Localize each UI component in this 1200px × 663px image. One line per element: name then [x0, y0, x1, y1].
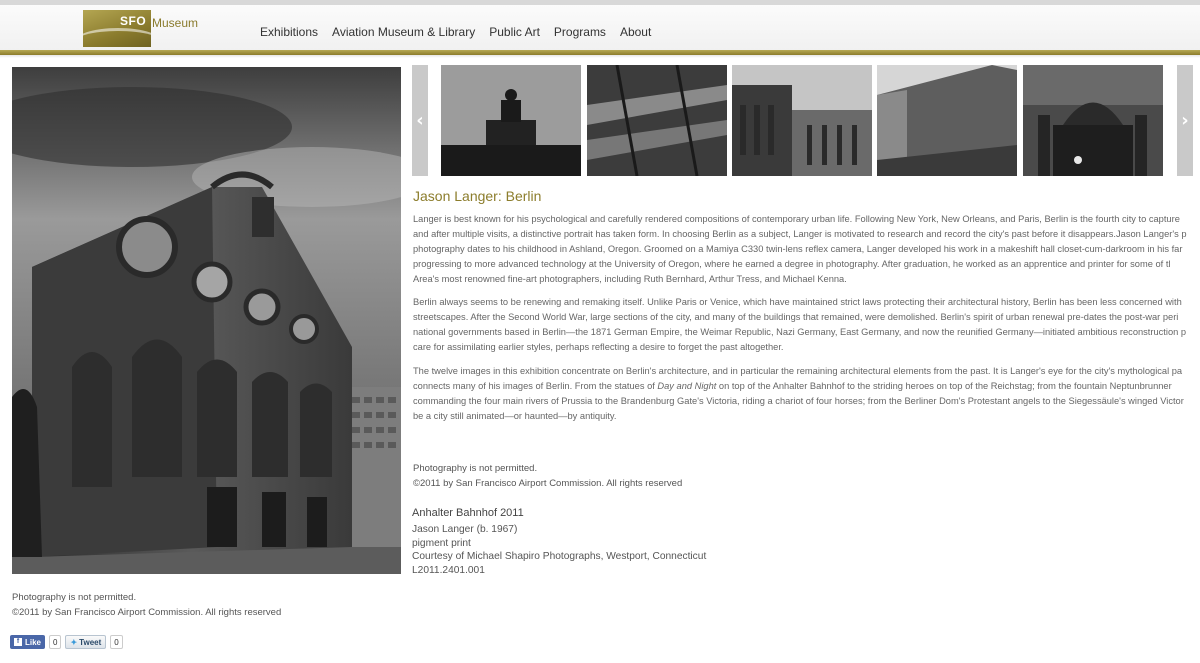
thumbnail-berlin-wall[interactable] [877, 65, 1017, 176]
paragraph-2-line: national governments based in Berlin—the… [413, 327, 1187, 337]
thumbnail-2-image [587, 65, 727, 176]
paragraph-3-line: be a city still animated—or haunted—by a… [413, 411, 617, 421]
logo-swoosh-icon [83, 28, 151, 47]
nav-public-art[interactable]: Public Art [489, 25, 540, 39]
paragraph-1-line: Langer is best known for his psychologic… [413, 214, 1180, 224]
nav-programs[interactable]: Programs [554, 25, 606, 39]
main-nav: Exhibitions Aviation Museum & Library Pu… [253, 25, 658, 39]
paragraph-1-line: Area's most renowned fine-art photograph… [413, 274, 847, 284]
artwork-artist: Jason Langer (b. 1967) [412, 524, 518, 535]
facebook-icon: f [14, 638, 22, 646]
social-buttons: f Like 0 ✦ Tweet 0 [10, 635, 123, 649]
artwork-title: Anhalter Bahnhof 2011 [412, 507, 524, 519]
paragraph-2-line: streetscapes. After the Second World War… [413, 312, 1179, 322]
twitter-bird-icon: ✦ [70, 637, 78, 647]
footer-photo-notice: Photography is not permitted. [12, 592, 137, 603]
paragraph-3-line: connects many of his images of Berlin. F… [413, 379, 1200, 394]
exhibition-title: Jason Langer: Berlin [413, 188, 542, 204]
thumbnail-brandenburg-gate[interactable] [441, 65, 581, 176]
paragraph-2-line: care for assimilating earlier styles, pe… [413, 342, 784, 352]
site-header: SFO Museum Exhibitions Aviation Museum &… [0, 5, 1200, 50]
artwork-caption: Jason Langer (b. 1967) pigment print Cou… [412, 523, 706, 577]
article-paragraph-1: Langer is best known for his psychologic… [413, 212, 1200, 287]
header-gold-bar [0, 50, 1200, 58]
artwork-accession: L2011.2401.001 [412, 564, 485, 576]
logo-sfo-text: SFO [120, 14, 147, 28]
sfo-logo[interactable]: SFO [83, 10, 151, 47]
tweet-button[interactable]: ✦ Tweet [65, 635, 107, 649]
artwork-medium: pigment print [412, 537, 471, 549]
day-and-night-title: Day and Night [657, 381, 717, 391]
footer-copyright: ©2011 by San Francisco Airport Commissio… [12, 607, 282, 618]
paragraph-1-line: progressing to more advanced technology … [413, 259, 1171, 269]
paragraph-2-line: Berlin always seems to be renewing and r… [413, 297, 1182, 307]
like-label: Like [25, 637, 42, 647]
article-paragraph-2: Berlin always seems to be renewing and r… [413, 295, 1200, 355]
thumbnail-berliner-dom[interactable] [1023, 65, 1163, 176]
paragraph-3-line: The twelve images in this exhibition con… [413, 366, 1183, 376]
thumbnail-4-image [877, 65, 1017, 176]
article-paragraph-3: The twelve images in this exhibition con… [413, 364, 1200, 424]
facebook-like-button[interactable]: f Like [10, 635, 46, 649]
thumbnail-5-image [1023, 65, 1163, 176]
article-copyright: ©2011 by San Francisco Airport Commissio… [413, 478, 683, 489]
anhalter-bahnhof-image [12, 67, 401, 574]
thumbnail-reichstag-facade[interactable] [732, 65, 872, 176]
nav-exhibitions[interactable]: Exhibitions [260, 25, 318, 39]
thumbnail-1-image [441, 65, 581, 176]
nav-about[interactable]: About [620, 25, 651, 39]
paragraph-3-line: commanding the four main rivers of Pruss… [413, 396, 1184, 406]
carousel-next-arrow[interactable]: › [1177, 65, 1193, 176]
article-photo-notice: Photography is not permitted. [413, 463, 538, 474]
paragraph-3-text: connects many of his images of Berlin. F… [413, 381, 658, 391]
thumbnail-reichstag-dome[interactable] [587, 65, 727, 176]
artwork-credit: Courtesy of Michael Shapiro Photographs,… [412, 551, 707, 562]
nav-aviation-museum-library[interactable]: Aviation Museum & Library [332, 25, 475, 39]
tweet-label: Tweet [79, 637, 102, 647]
carousel-prev-arrow[interactable]: ‹ [412, 65, 428, 176]
main-photo-anhalter-bahnhof[interactable] [12, 67, 401, 574]
paragraph-1-line: and after multiple visits, a distinctive… [413, 229, 1187, 239]
like-count: 0 [49, 635, 62, 649]
paragraph-1-line: photography dates to his childhood in As… [413, 244, 1183, 254]
logo-museum-text[interactable]: Museum [152, 16, 198, 30]
paragraph-3-text: on top of the Anhalter Bahnhof to the st… [716, 381, 1172, 391]
thumbnail-3-image [732, 65, 872, 176]
tweet-count: 0 [110, 635, 123, 649]
